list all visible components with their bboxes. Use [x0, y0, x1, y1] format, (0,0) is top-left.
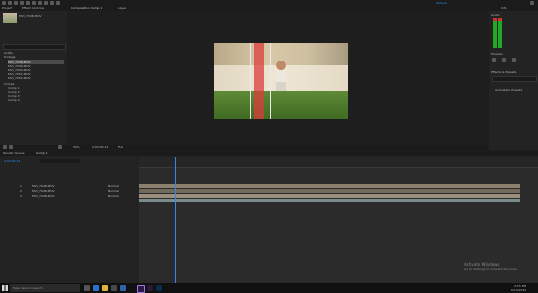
tab-project[interactable]: Project — [2, 6, 12, 10]
store-icon[interactable] — [111, 285, 117, 291]
info-header: Info — [489, 6, 538, 11]
photoshop-icon[interactable] — [156, 285, 162, 291]
project-thumbnail — [3, 13, 17, 23]
project-selected-name: MVI_7048.MOV — [19, 14, 42, 18]
audio-meter-right — [498, 18, 502, 48]
tab-composition[interactable]: Composition Comp 1 — [71, 6, 102, 10]
grass — [214, 91, 348, 119]
windows-start-icon[interactable] — [2, 285, 8, 291]
zoom-level[interactable]: 50% — [73, 145, 80, 149]
current-time[interactable]: 0:00:00:12 — [92, 145, 108, 149]
track-bar[interactable] — [139, 194, 520, 198]
tab-effect-controls[interactable]: Effect Controls — [22, 6, 44, 10]
tab-render-queue[interactable]: Render Queue — [3, 151, 25, 155]
premiere-icon[interactable] — [147, 285, 153, 291]
project-panel: Project Effect Controls MVI_7048.MOV Sol… — [0, 6, 67, 150]
layer-name[interactable]: MVI_7048.MOV — [32, 184, 72, 188]
clock-date[interactable]: 6/19/2019 — [511, 288, 526, 292]
mail-icon[interactable] — [120, 285, 126, 291]
list-item[interactable]: footage — [4, 55, 62, 59]
preview-controls — [492, 58, 535, 64]
effects-presets-tab[interactable]: Effects & Presets — [491, 70, 536, 74]
trash-icon[interactable] — [58, 145, 62, 149]
activate-watermark: Activate Windows Go to Settings to activ… — [464, 262, 536, 274]
project-panel-header: Project Effect Controls — [0, 6, 67, 11]
layer-number: 1 — [20, 184, 22, 188]
composition-panel-header: Composition Comp 1 Layer — [68, 6, 488, 11]
layer-mode[interactable]: Normal — [108, 194, 119, 198]
new-comp-icon[interactable] — [9, 145, 13, 149]
effects-item[interactable]: Animation Presets — [495, 88, 535, 92]
composition-panel: Composition Comp 1 Layer 50% 0:00:00:12 … — [68, 6, 488, 150]
camera-tool-icon[interactable] — [32, 1, 36, 5]
project-list: Solids footage MVI_7048.MOV MVI_7049.MOV… — [2, 51, 65, 107]
track-bar[interactable] — [139, 199, 520, 202]
layer-number: 2 — [20, 189, 22, 193]
resolution[interactable]: Full — [118, 145, 123, 149]
timeline-timecode[interactable]: 0:00:00:12 — [4, 159, 20, 163]
rotate-tool-icon[interactable] — [26, 1, 30, 5]
last-frame-icon[interactable] — [512, 58, 516, 62]
tab-info[interactable]: Info — [501, 6, 507, 10]
edge-icon[interactable] — [93, 285, 99, 291]
project-footer — [0, 145, 67, 150]
timeline-panel: Render Queue Comp 1 0:00:00:12 1 MVI_704… — [0, 151, 538, 283]
composition-footer: 50% 0:00:00:12 Full — [68, 145, 488, 150]
search-help-icon[interactable] — [530, 1, 534, 5]
mask-outline[interactable] — [250, 43, 271, 119]
layer-mode[interactable]: Normal — [108, 189, 119, 193]
timeline-header: Render Queue Comp 1 — [0, 151, 538, 156]
person-figure — [276, 61, 286, 91]
right-panel: Info Audio Preview Effects & Presets Ani… — [489, 6, 538, 150]
tab-comp1[interactable]: Comp 1 — [36, 151, 48, 155]
tab-layer[interactable]: Layer — [118, 6, 126, 10]
home-tool-icon[interactable] — [2, 1, 6, 5]
first-frame-icon[interactable] — [492, 58, 496, 62]
list-item[interactable]: MVI_7052.MOV — [8, 76, 64, 80]
playhead[interactable] — [175, 157, 176, 283]
mask-tool-icon[interactable] — [44, 1, 48, 5]
workspace-label[interactable]: Default — [436, 1, 447, 5]
timeline-search-input[interactable] — [40, 159, 80, 163]
task-view-icon[interactable] — [84, 285, 90, 291]
track-bar[interactable] — [139, 184, 520, 188]
time-ruler[interactable] — [139, 157, 538, 168]
new-folder-icon[interactable] — [3, 145, 7, 149]
layer-number: 3 — [20, 194, 22, 198]
zoom-tool-icon[interactable] — [20, 1, 24, 5]
taskbar-search[interactable]: Type here to search — [10, 284, 80, 292]
text-tool-icon[interactable] — [56, 1, 60, 5]
taskbar-search-placeholder: Type here to search — [13, 286, 43, 290]
audio-meter — [493, 18, 497, 48]
table-row[interactable]: 3 MVI_7048.MOV Normal — [0, 194, 138, 199]
play-icon[interactable] — [502, 58, 506, 62]
pen-tool-icon[interactable] — [50, 1, 54, 5]
selection-tool-icon[interactable] — [8, 1, 12, 5]
hand-tool-icon[interactable] — [14, 1, 18, 5]
effects-search-input[interactable] — [492, 76, 537, 82]
project-search-input[interactable] — [3, 44, 66, 50]
watermark-subtitle: Go to Settings to activate Windows. — [464, 267, 518, 271]
layer-mode[interactable]: Normal — [108, 184, 119, 188]
layer-name[interactable]: MVI_7048.MOV — [32, 189, 72, 193]
pan-tool-icon[interactable] — [38, 1, 42, 5]
composition-viewer[interactable] — [214, 43, 348, 119]
taskbar: Type here to search 4:55 PM 6/19/2019 — [0, 283, 538, 293]
list-item[interactable]: Comp 4 — [8, 98, 64, 102]
preview-tab[interactable]: Preview — [491, 52, 503, 56]
after-effects-icon[interactable] — [137, 285, 145, 293]
track-bar[interactable] — [139, 189, 520, 193]
file-explorer-icon[interactable] — [102, 285, 108, 291]
layer-name[interactable]: MVI_7048.MOV — [32, 194, 72, 198]
audio-tab[interactable]: Audio — [491, 13, 500, 17]
layer-list: 1 MVI_7048.MOV Normal 2 MVI_7048.MOV Nor… — [0, 184, 138, 204]
